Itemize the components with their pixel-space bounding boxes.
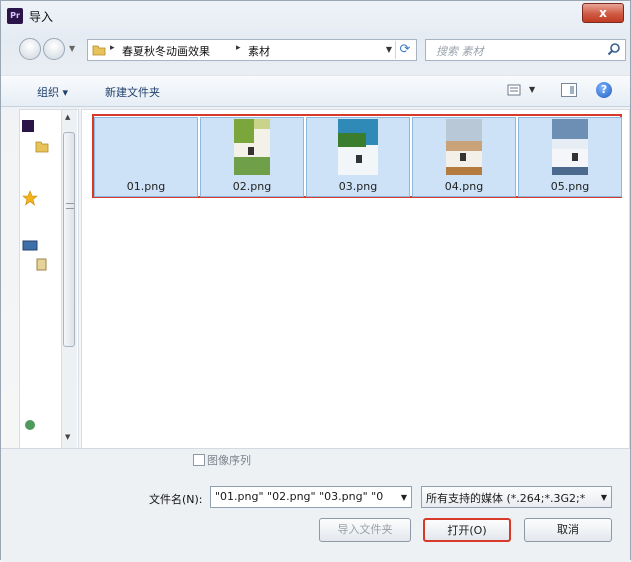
- premiere-icon: [22, 120, 34, 132]
- scroll-up-icon[interactable]: ▲: [65, 113, 70, 121]
- organize-menu[interactable]: 组织 ▾: [37, 84, 68, 100]
- refresh-icon[interactable]: ⟳: [395, 41, 414, 59]
- file-thumbnail: [446, 119, 482, 175]
- import-dialog: Pr 导入 x ▼ ▸ 春夏秋冬动画效果 ▸ 素材 ▼ ⟳ 搜索 素材 组织 ▾: [0, 0, 631, 562]
- scroll-thumb[interactable]: [63, 132, 75, 347]
- favorites-star-icon[interactable]: [22, 190, 38, 206]
- file-thumbnail: [98, 119, 194, 175]
- preview-pane-icon[interactable]: [561, 83, 577, 97]
- file-item[interactable]: 04.png: [412, 117, 516, 197]
- window-title: 导入: [29, 10, 54, 24]
- new-folder-button[interactable]: 新建文件夹: [105, 84, 160, 100]
- crumb-separator: ▸: [236, 43, 241, 53]
- import-folder-button[interactable]: 导入文件夹: [319, 518, 411, 542]
- file-type-filter[interactable]: 所有支持的媒体 (*.264;*.3G2;* ▼: [421, 486, 612, 508]
- filename-label: 文件名(N):: [149, 493, 203, 506]
- image-sequence-checkbox[interactable]: [193, 454, 205, 466]
- breadcrumb-current[interactable]: 素材: [248, 43, 270, 59]
- filename-field[interactable]: "01.png" "02.png" "03.png" "0 ▼: [210, 486, 412, 508]
- open-button[interactable]: 打开(O): [423, 518, 511, 542]
- file-type-value: 所有支持的媒体 (*.264;*.3G2;*: [426, 492, 586, 505]
- close-button[interactable]: x: [582, 3, 624, 23]
- address-dropdown-icon[interactable]: ▼: [386, 45, 392, 54]
- address-bar[interactable]: ▸ 春夏秋冬动画效果 ▸ 素材 ▼ ⟳: [87, 39, 417, 61]
- file-list[interactable]: 01.png 02.png 03.png 04.png 05.png: [81, 109, 630, 449]
- help-icon[interactable]: ?: [596, 82, 612, 98]
- search-icon[interactable]: [607, 42, 621, 56]
- folder-icon[interactable]: [34, 138, 50, 154]
- file-name: 02.png: [232, 180, 272, 193]
- search-placeholder: 搜索 素材: [436, 45, 484, 58]
- folder-icon: [92, 45, 106, 56]
- image-sequence-label: 图像序列: [207, 454, 251, 467]
- address-row: ▼ ▸ 春夏秋冬动画效果 ▸ 素材 ▼ ⟳ 搜索 素材: [1, 34, 630, 64]
- crumb-separator: ▸: [110, 43, 115, 53]
- filter-dropdown-icon[interactable]: ▼: [601, 493, 607, 502]
- cancel-button[interactable]: 取消: [524, 518, 612, 542]
- filename-value: "01.png" "02.png" "03.png" "0: [215, 490, 384, 503]
- file-item[interactable]: 03.png: [306, 117, 410, 197]
- file-thumbnail: [552, 119, 588, 175]
- computer-icon[interactable]: [22, 238, 38, 254]
- file-thumbnail: [234, 119, 270, 175]
- scroll-down-icon[interactable]: ▼: [65, 433, 70, 441]
- file-item[interactable]: 02.png: [200, 117, 304, 197]
- navigation-pane[interactable]: ▲ ▼: [19, 109, 79, 449]
- command-toolbar: 组织 ▾ 新建文件夹 ▼ ?: [1, 75, 630, 107]
- title-bar: Pr 导入 x: [1, 1, 630, 33]
- view-dropdown-icon[interactable]: ▼: [529, 85, 535, 94]
- file-thumbnail: [338, 119, 378, 175]
- library-icon[interactable]: [34, 256, 50, 272]
- file-item[interactable]: 01.png: [94, 117, 198, 197]
- forward-button[interactable]: [43, 38, 65, 60]
- change-view-icon[interactable]: [507, 84, 521, 96]
- file-name: 01.png: [126, 180, 166, 193]
- grip-icon: [66, 203, 74, 209]
- file-name: 03.png: [338, 180, 378, 193]
- breadcrumb-parent[interactable]: 春夏秋冬动画效果: [122, 43, 210, 59]
- network-icon[interactable]: [22, 416, 38, 432]
- back-button[interactable]: [19, 38, 41, 60]
- file-name: 05.png: [550, 180, 590, 193]
- nav-scrollbar[interactable]: ▲ ▼: [61, 110, 77, 448]
- file-item[interactable]: 05.png: [518, 117, 622, 197]
- search-input[interactable]: 搜索 素材: [425, 39, 626, 61]
- recent-pages-dropdown[interactable]: ▼: [69, 44, 75, 53]
- filename-dropdown-icon[interactable]: ▼: [401, 493, 407, 502]
- premiere-app-icon: Pr: [7, 8, 23, 24]
- file-name: 04.png: [444, 180, 484, 193]
